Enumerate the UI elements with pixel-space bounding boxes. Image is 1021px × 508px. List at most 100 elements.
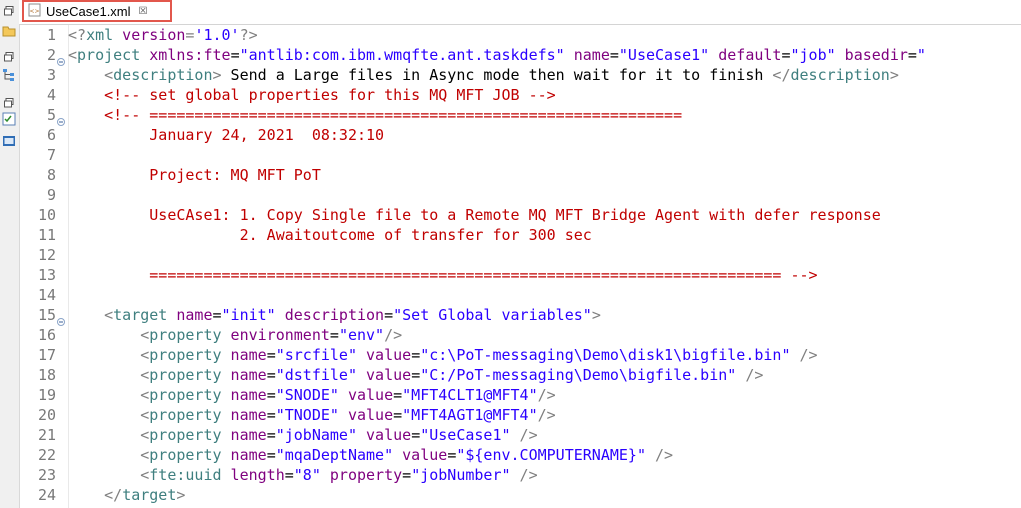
code-line[interactable]: 22 <property name="mqaDeptName" value="$… <box>19 445 1021 465</box>
code-token: target <box>113 306 168 324</box>
code-token: "${env.COMPUTERNAME}" <box>456 446 646 464</box>
code-token: "job" <box>790 46 836 64</box>
line-number: 24 <box>37 486 56 504</box>
code-token: = <box>907 46 917 64</box>
code-line[interactable]: 11 2. Awaitoutcome of transfer for 300 s… <box>19 225 1021 245</box>
code-token: 2. Awaitoutcome of transfer for 300 sec <box>68 226 592 244</box>
code-text: <!-- ===================================… <box>68 105 682 125</box>
code-line[interactable]: 18 <property name="dstfile" value="C:/Po… <box>19 365 1021 385</box>
code-token: < <box>140 426 150 444</box>
code-text: ========================================… <box>68 265 817 285</box>
code-token: value <box>357 366 412 384</box>
code-token: "dstfile" <box>275 366 357 384</box>
code-token: xmlns:fte <box>140 46 231 64</box>
code-token: name <box>167 306 213 324</box>
hierarchy-icon[interactable] <box>2 68 16 82</box>
code-line[interactable]: 14 <box>19 285 1021 305</box>
code-token: = <box>447 446 457 464</box>
fold-toggle-icon[interactable] <box>57 311 65 326</box>
code-token: > <box>176 486 186 504</box>
line-number: 14 <box>37 286 56 304</box>
code-token: length <box>221 466 285 484</box>
code-token: "UseCase1" <box>618 46 710 64</box>
code-line[interactable]: 24 </target> <box>19 485 1021 505</box>
code-token: basedir <box>835 46 908 64</box>
svg-text:<>: <> <box>29 8 39 15</box>
code-token: "antlib:com.ibm.wmqfte.ant.taskdefs" <box>239 46 565 64</box>
code-token: '1.0' <box>194 26 240 44</box>
line-number: 15 <box>37 306 56 324</box>
code-token: = <box>411 426 421 444</box>
close-icon[interactable]: ☒ <box>139 6 148 17</box>
restore-icon[interactable] <box>2 96 16 110</box>
restore-icon[interactable] <box>2 50 16 64</box>
line-number: 22 <box>37 446 56 464</box>
code-token: = <box>230 46 240 64</box>
code-text: <property name="TNODE" value="MFT4AGT1@M… <box>68 405 555 425</box>
code-line[interactable]: 7 <box>19 145 1021 165</box>
code-text: <property name="dstfile" value="C:/PoT-m… <box>68 365 763 385</box>
code-token: value <box>338 386 394 404</box>
code-line[interactable]: 21 <property name="jobName" value="UseCa… <box>19 425 1021 445</box>
code-token: value <box>393 446 448 464</box>
code-token: = <box>266 366 276 384</box>
code-token: = <box>393 386 403 404</box>
code-token: target <box>122 486 177 504</box>
line-number: 7 <box>46 146 56 164</box>
code-text: UseCAse1: 1. Copy Single file to a Remot… <box>68 205 881 225</box>
code-line[interactable]: 6 January 24, 2021 08:32:10 <box>19 125 1021 145</box>
fold-toggle-icon[interactable] <box>57 111 65 126</box>
line-number: 5 <box>46 106 56 124</box>
code-line[interactable]: 17 <property name="srcfile" value="c:\Po… <box>19 345 1021 365</box>
code-text: <property name="srcfile" value="c:\PoT-m… <box>68 345 817 365</box>
code-token: "srcfile" <box>275 346 357 364</box>
console-icon[interactable] <box>2 134 16 148</box>
code-token: /> <box>510 426 538 444</box>
xml-file-icon: <> <box>28 2 42 21</box>
line-number: 1 <box>46 26 56 44</box>
code-token: " <box>916 46 926 64</box>
restore-icon[interactable] <box>2 4 16 18</box>
code-token: value <box>357 346 412 364</box>
xml-editor[interactable]: 1 <?xml version='1.0'?> 2 <project xmlns:ft… <box>19 25 1021 508</box>
code-line[interactable]: 15 <target name="init" description="Set … <box>19 305 1021 326</box>
code-line[interactable]: 8 Project: MQ MFT PoT <box>19 165 1021 185</box>
code-token: xml <box>86 26 114 44</box>
tab-title: UseCase1.xml <box>46 3 131 19</box>
code-line[interactable]: 12 <box>19 245 1021 265</box>
fold-toggle-icon[interactable] <box>57 51 65 66</box>
code-line[interactable]: 1 <?xml version='1.0'?> <box>19 25 1021 45</box>
code-line[interactable]: 9 <box>19 185 1021 205</box>
code-line[interactable]: 4 <!-- set global properties for this MQ… <box>19 85 1021 105</box>
folder-icon[interactable] <box>2 24 16 38</box>
code-token: < <box>140 326 150 344</box>
code-token: /> <box>510 466 538 484</box>
code-token: /> <box>646 446 674 464</box>
code-text: </target> <box>68 485 185 505</box>
code-token: = <box>266 406 276 424</box>
task-list-icon[interactable] <box>2 112 16 126</box>
code-line[interactable]: 2 <project xmlns:fte="antlib:com.ibm.wmqf… <box>19 45 1021 66</box>
code-line[interactable]: 20 <property name="TNODE" value="MFT4AGT… <box>19 405 1021 425</box>
code-line[interactable]: 3 <description> Send a Large files in As… <box>19 65 1021 85</box>
code-line[interactable]: 23 <fte:uuid length="8" property="jobNum… <box>19 465 1021 485</box>
code-token: property <box>149 366 222 384</box>
code-token: = <box>266 346 276 364</box>
code-token: name <box>221 346 267 364</box>
code-line[interactable]: 10 UseCAse1: 1. Copy Single file to a Re… <box>19 205 1021 225</box>
code-token: /> <box>736 366 764 384</box>
code-line[interactable]: 19 <property name="SNODE" value="MFT4CLT… <box>19 385 1021 405</box>
code-line[interactable]: 16 <property environment="env"/> <box>19 325 1021 345</box>
editor-tab[interactable]: <> UseCase1.xml ☒ <box>22 0 172 22</box>
code-token: name <box>221 426 267 444</box>
code-line[interactable]: 13 =====================================… <box>19 265 1021 285</box>
code-token: fte:uuid <box>149 466 222 484</box>
code-line[interactable]: 5 <!-- =================================… <box>19 105 1021 126</box>
code-token: property <box>320 466 403 484</box>
